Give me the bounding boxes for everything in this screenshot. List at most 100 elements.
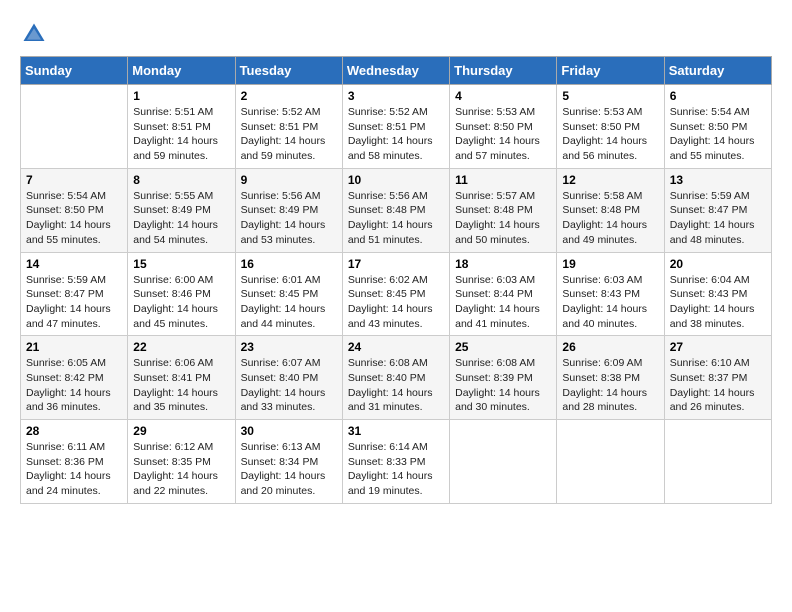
day-info: Sunrise: 5:55 AM Sunset: 8:49 PM Dayligh… — [133, 189, 229, 248]
calendar-cell: 20 Sunrise: 6:04 AM Sunset: 8:43 PM Dayli… — [664, 252, 771, 336]
day-number: 21 — [26, 340, 122, 354]
day-number: 16 — [241, 257, 337, 271]
day-number: 12 — [562, 173, 658, 187]
day-info: Sunrise: 6:13 AM Sunset: 8:34 PM Dayligh… — [241, 440, 337, 499]
day-info: Sunrise: 5:57 AM Sunset: 8:48 PM Dayligh… — [455, 189, 551, 248]
calendar-cell: 1Sunrise: 5:51 AM Sunset: 8:51 PM Daylig… — [128, 85, 235, 169]
calendar-cell — [557, 420, 664, 504]
calendar-week-row: 7Sunrise: 5:54 AM Sunset: 8:50 PM Daylig… — [21, 168, 772, 252]
day-number: 25 — [455, 340, 551, 354]
calendar-cell: 29 Sunrise: 6:12 AM Sunset: 8:35 PM Dayli… — [128, 420, 235, 504]
calendar-cell: 22 Sunrise: 6:06 AM Sunset: 8:41 PM Dayli… — [128, 336, 235, 420]
day-number: 11 — [455, 173, 551, 187]
day-info: Sunrise: 6:03 AM Sunset: 8:44 PM Dayligh… — [455, 273, 551, 332]
day-info: Sunrise: 5:53 AM Sunset: 8:50 PM Dayligh… — [562, 105, 658, 164]
calendar-cell — [664, 420, 771, 504]
day-number: 4 — [455, 89, 551, 103]
day-info: Sunrise: 6:09 AM Sunset: 8:38 PM Dayligh… — [562, 356, 658, 415]
calendar-cell: 30 Sunrise: 6:13 AM Sunset: 8:34 PM Dayli… — [235, 420, 342, 504]
day-info: Sunrise: 6:11 AM Sunset: 8:36 PM Dayligh… — [26, 440, 122, 499]
calendar-cell: 11 Sunrise: 5:57 AM Sunset: 8:48 PM Dayli… — [450, 168, 557, 252]
calendar-cell — [450, 420, 557, 504]
logo — [20, 20, 52, 48]
calendar-table: SundayMondayTuesdayWednesdayThursdayFrid… — [20, 56, 772, 504]
calendar-cell: 2Sunrise: 5:52 AM Sunset: 8:51 PM Daylig… — [235, 85, 342, 169]
calendar-cell: 27 Sunrise: 6:10 AM Sunset: 8:37 PM Dayli… — [664, 336, 771, 420]
day-number: 31 — [348, 424, 444, 438]
calendar-week-row: 14Sunrise: 5:59 AM Sunset: 8:47 PM Dayli… — [21, 252, 772, 336]
day-info: Sunrise: 6:03 AM Sunset: 8:43 PM Dayligh… — [562, 273, 658, 332]
calendar-week-row: 21 Sunrise: 6:05 AM Sunset: 8:42 PM Dayli… — [21, 336, 772, 420]
calendar-cell: 25 Sunrise: 6:08 AM Sunset: 8:39 PM Dayli… — [450, 336, 557, 420]
day-number: 14 — [26, 257, 122, 271]
day-info: Sunrise: 6:10 AM Sunset: 8:37 PM Dayligh… — [670, 356, 766, 415]
calendar-cell: 19 Sunrise: 6:03 AM Sunset: 8:43 PM Dayli… — [557, 252, 664, 336]
day-number: 24 — [348, 340, 444, 354]
day-info: Sunrise: 6:07 AM Sunset: 8:40 PM Dayligh… — [241, 356, 337, 415]
day-info: Sunrise: 5:52 AM Sunset: 8:51 PM Dayligh… — [348, 105, 444, 164]
day-number: 17 — [348, 257, 444, 271]
day-info: Sunrise: 6:02 AM Sunset: 8:45 PM Dayligh… — [348, 273, 444, 332]
calendar-cell: 31 Sunrise: 6:14 AM Sunset: 8:33 PM Dayli… — [342, 420, 449, 504]
calendar-cell: 21 Sunrise: 6:05 AM Sunset: 8:42 PM Dayli… — [21, 336, 128, 420]
day-number: 26 — [562, 340, 658, 354]
day-number: 5 — [562, 89, 658, 103]
day-info: Sunrise: 6:08 AM Sunset: 8:39 PM Dayligh… — [455, 356, 551, 415]
day-info: Sunrise: 6:14 AM Sunset: 8:33 PM Dayligh… — [348, 440, 444, 499]
calendar-cell: 9 Sunrise: 5:56 AM Sunset: 8:49 PM Daylig… — [235, 168, 342, 252]
calendar-cell: 24 Sunrise: 6:08 AM Sunset: 8:40 PM Dayli… — [342, 336, 449, 420]
day-info: Sunrise: 6:00 AM Sunset: 8:46 PM Dayligh… — [133, 273, 229, 332]
header-monday: Monday — [128, 57, 235, 85]
day-number: 10 — [348, 173, 444, 187]
day-number: 30 — [241, 424, 337, 438]
calendar-cell: 13 Sunrise: 5:59 AM Sunset: 8:47 PM Dayli… — [664, 168, 771, 252]
day-number: 7 — [26, 173, 122, 187]
day-number: 20 — [670, 257, 766, 271]
day-number: 8 — [133, 173, 229, 187]
calendar-cell: 23 Sunrise: 6:07 AM Sunset: 8:40 PM Dayli… — [235, 336, 342, 420]
day-number: 2 — [241, 89, 337, 103]
calendar-cell: 12Sunrise: 5:58 AM Sunset: 8:48 PM Dayli… — [557, 168, 664, 252]
calendar-cell: 7Sunrise: 5:54 AM Sunset: 8:50 PM Daylig… — [21, 168, 128, 252]
day-info: Sunrise: 5:54 AM Sunset: 8:50 PM Dayligh… — [670, 105, 766, 164]
calendar-cell: 17 Sunrise: 6:02 AM Sunset: 8:45 PM Dayli… — [342, 252, 449, 336]
day-number: 19 — [562, 257, 658, 271]
day-number: 1 — [133, 89, 229, 103]
day-info: Sunrise: 5:59 AM Sunset: 8:47 PM Dayligh… — [670, 189, 766, 248]
calendar-cell: 3 Sunrise: 5:52 AM Sunset: 8:51 PM Daylig… — [342, 85, 449, 169]
header-thursday: Thursday — [450, 57, 557, 85]
header-wednesday: Wednesday — [342, 57, 449, 85]
calendar-cell: 15 Sunrise: 6:00 AM Sunset: 8:46 PM Dayli… — [128, 252, 235, 336]
calendar-header-row: SundayMondayTuesdayWednesdayThursdayFrid… — [21, 57, 772, 85]
calendar-cell: 8 Sunrise: 5:55 AM Sunset: 8:49 PM Daylig… — [128, 168, 235, 252]
calendar-cell: 16Sunrise: 6:01 AM Sunset: 8:45 PM Dayli… — [235, 252, 342, 336]
day-number: 15 — [133, 257, 229, 271]
day-number: 3 — [348, 89, 444, 103]
day-number: 28 — [26, 424, 122, 438]
day-number: 23 — [241, 340, 337, 354]
calendar-cell: 18 Sunrise: 6:03 AM Sunset: 8:44 PM Dayli… — [450, 252, 557, 336]
day-number: 13 — [670, 173, 766, 187]
header-sunday: Sunday — [21, 57, 128, 85]
day-number: 27 — [670, 340, 766, 354]
day-info: Sunrise: 5:56 AM Sunset: 8:49 PM Dayligh… — [241, 189, 337, 248]
calendar-cell: 4Sunrise: 5:53 AM Sunset: 8:50 PM Daylig… — [450, 85, 557, 169]
day-number: 22 — [133, 340, 229, 354]
calendar-week-row: 1Sunrise: 5:51 AM Sunset: 8:51 PM Daylig… — [21, 85, 772, 169]
day-info: Sunrise: 6:08 AM Sunset: 8:40 PM Dayligh… — [348, 356, 444, 415]
day-info: Sunrise: 6:12 AM Sunset: 8:35 PM Dayligh… — [133, 440, 229, 499]
day-number: 18 — [455, 257, 551, 271]
calendar-cell: 5 Sunrise: 5:53 AM Sunset: 8:50 PM Daylig… — [557, 85, 664, 169]
day-number: 6 — [670, 89, 766, 103]
page-header — [20, 20, 772, 48]
day-info: Sunrise: 6:06 AM Sunset: 8:41 PM Dayligh… — [133, 356, 229, 415]
day-number: 9 — [241, 173, 337, 187]
day-info: Sunrise: 5:56 AM Sunset: 8:48 PM Dayligh… — [348, 189, 444, 248]
day-info: Sunrise: 6:05 AM Sunset: 8:42 PM Dayligh… — [26, 356, 122, 415]
calendar-cell: 10 Sunrise: 5:56 AM Sunset: 8:48 PM Dayli… — [342, 168, 449, 252]
header-friday: Friday — [557, 57, 664, 85]
day-number: 29 — [133, 424, 229, 438]
day-info: Sunrise: 6:04 AM Sunset: 8:43 PM Dayligh… — [670, 273, 766, 332]
calendar-cell: 26 Sunrise: 6:09 AM Sunset: 8:38 PM Dayli… — [557, 336, 664, 420]
calendar-cell: 6 Sunrise: 5:54 AM Sunset: 8:50 PM Daylig… — [664, 85, 771, 169]
